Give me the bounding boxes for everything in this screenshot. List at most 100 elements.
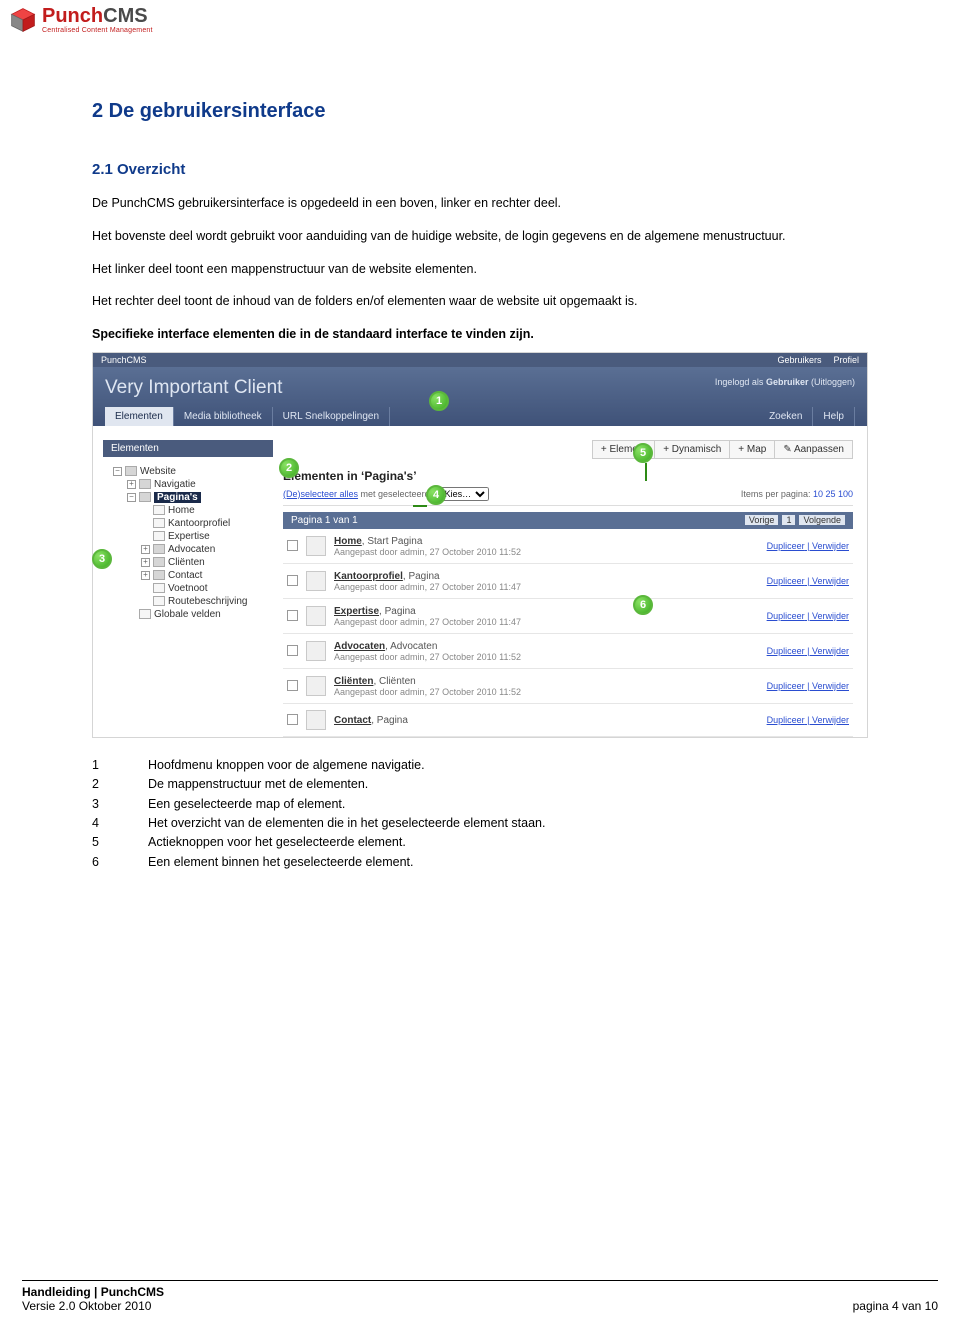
row-checkbox[interactable] xyxy=(287,645,298,656)
legend-num: 2 xyxy=(92,775,148,794)
screenshot-mock: 1 2 3 4 5 6 PunchCMS Gebruikers Profiel … xyxy=(92,352,868,738)
tree-item-clienten[interactable]: +Cliënten xyxy=(141,556,273,569)
tab-search[interactable]: Zoeken xyxy=(759,407,813,426)
login-info: Ingelogd als Gebruiker (Uitloggen) xyxy=(715,377,855,387)
row-checkbox[interactable] xyxy=(287,575,298,586)
tab-media[interactable]: Media bibliotheek xyxy=(174,407,273,426)
row-duplicate[interactable]: Dupliceer xyxy=(767,541,805,551)
row-delete[interactable]: Verwijder xyxy=(812,681,849,691)
tab-elementen[interactable]: Elementen xyxy=(105,407,174,426)
pager-row: Pagina 1 van 1 Vorige 1 Volgende xyxy=(283,512,853,529)
document-icon xyxy=(306,710,326,730)
topbar-link-profile[interactable]: Profiel xyxy=(833,355,859,365)
tab-url[interactable]: URL Snelkoppelingen xyxy=(273,407,390,426)
row-checkbox[interactable] xyxy=(287,680,298,691)
legend-text: Een geselecteerde map of element. xyxy=(148,795,345,814)
document-icon xyxy=(306,641,326,661)
row-delete[interactable]: Verwijder xyxy=(812,541,849,551)
tree-item-voetnoot[interactable]: Voetnoot xyxy=(141,582,273,595)
row-duplicate[interactable]: Dupliceer xyxy=(767,715,805,725)
pager-info: Pagina 1 van 1 xyxy=(291,515,358,526)
footer-title: Handleiding | PunchCMS xyxy=(22,1285,164,1299)
folder-icon xyxy=(125,466,137,476)
brand-subtitle: Centralised Content Management xyxy=(42,27,153,34)
row-name[interactable]: Kantoorprofiel xyxy=(334,571,403,582)
row-duplicate[interactable]: Dupliceer xyxy=(767,681,805,691)
page-footer: Handleiding | PunchCMS Versie 2.0 Oktobe… xyxy=(22,1280,938,1313)
row-checkbox[interactable] xyxy=(287,610,298,621)
callout-6: 6 xyxy=(633,595,653,615)
pager-prev[interactable]: Vorige xyxy=(745,515,779,525)
tree-item-route[interactable]: Routebeschrijving xyxy=(141,595,273,608)
mock-topbar: PunchCMS Gebruikers Profiel xyxy=(93,353,867,367)
row-name[interactable]: Advocaten xyxy=(334,641,385,652)
bulk-action-select[interactable]: Kies… xyxy=(440,487,489,501)
row-duplicate[interactable]: Dupliceer xyxy=(767,646,805,656)
list-item: Expertise, PaginaAangepast door admin, 2… xyxy=(283,599,853,634)
mock-tabs: Elementen Media bibliotheek URL Snelkopp… xyxy=(105,407,855,426)
paragraph-3: Het linker deel toont een mappenstructuu… xyxy=(92,260,868,279)
tab-help[interactable]: Help xyxy=(813,407,855,426)
btn-add-dynamic[interactable]: + Dynamisch xyxy=(654,440,730,459)
row-type: , Pagina xyxy=(403,571,440,582)
expand-icon[interactable]: + xyxy=(141,545,150,554)
tree-item-home[interactable]: Home xyxy=(141,504,273,517)
row-type: , Pagina xyxy=(371,715,408,726)
paragraph-4: Het rechter deel toont de inhoud van de … xyxy=(92,292,868,311)
btn-add-map[interactable]: + Map xyxy=(729,440,775,459)
document-icon xyxy=(306,571,326,591)
row-type: , Pagina xyxy=(379,606,416,617)
row-delete[interactable]: Verwijder xyxy=(812,611,849,621)
legend-row: 1Hoofdmenu knoppen voor de algemene navi… xyxy=(92,756,868,775)
row-checkbox[interactable] xyxy=(287,714,298,725)
legend-list: 1Hoofdmenu knoppen voor de algemene navi… xyxy=(92,756,868,872)
tree-item-paginas[interactable]: − Pagina's xyxy=(127,491,273,504)
legend-row: 2De mappenstructuur met de elementen. xyxy=(92,775,868,794)
items-per-page-links[interactable]: 10 25 100 xyxy=(813,489,853,499)
callout-2: 2 xyxy=(279,458,299,478)
row-type: , Cliënten xyxy=(373,676,415,687)
row-meta: Aangepast door admin, 27 October 2010 11… xyxy=(334,582,759,592)
tree-item-advocaten[interactable]: +Advocaten xyxy=(141,543,273,556)
tree-item-contact[interactable]: +Contact xyxy=(141,569,273,582)
row-delete[interactable]: Verwijder xyxy=(812,646,849,656)
pager-page[interactable]: 1 xyxy=(782,515,795,525)
expand-icon[interactable]: + xyxy=(127,480,136,489)
page-icon xyxy=(153,518,165,528)
tree-item-globale[interactable]: Globale velden xyxy=(127,608,273,621)
row-duplicate[interactable]: Dupliceer xyxy=(767,576,805,586)
logo-icon xyxy=(10,7,36,33)
pager-next[interactable]: Volgende xyxy=(799,515,845,525)
logout-link[interactable]: (Uitloggen) xyxy=(808,377,855,387)
row-duplicate[interactable]: Dupliceer xyxy=(767,611,805,621)
legend-num: 4 xyxy=(92,814,148,833)
legend-row: 3Een geselecteerde map of element. xyxy=(92,795,868,814)
folder-icon xyxy=(139,479,151,489)
footer-version: Versie 2.0 Oktober 2010 xyxy=(22,1299,164,1313)
row-meta: Aangepast door admin, 27 October 2010 11… xyxy=(334,617,759,627)
topbar-link-users[interactable]: Gebruikers xyxy=(777,355,821,365)
row-checkbox[interactable] xyxy=(287,540,298,551)
row-delete[interactable]: Verwijder xyxy=(812,576,849,586)
row-delete[interactable]: Verwijder xyxy=(812,715,849,725)
mock-sidebar: Elementen − Website + Navigatie xyxy=(93,426,283,737)
collapse-icon[interactable]: − xyxy=(113,467,122,476)
tree-view: − Website + Navigatie xyxy=(93,465,283,631)
row-name[interactable]: Expertise xyxy=(334,606,379,617)
tree-root[interactable]: − Website xyxy=(113,465,273,478)
btn-edit[interactable]: ✎ Aanpassen xyxy=(774,440,853,459)
tree-item-navigatie[interactable]: + Navigatie xyxy=(127,478,273,491)
toolbar: + Element + Dynamisch + Map ✎ Aanpassen xyxy=(283,440,853,459)
collapse-icon[interactable]: − xyxy=(127,493,136,502)
select-all-link[interactable]: (De)selecteer alles xyxy=(283,489,358,499)
tree-item-expertise[interactable]: Expertise xyxy=(141,530,273,543)
row-name[interactable]: Cliënten xyxy=(334,676,373,687)
row-type: , Start Pagina xyxy=(362,536,423,547)
row-name[interactable]: Contact xyxy=(334,715,371,726)
expand-icon[interactable]: + xyxy=(141,571,150,580)
tree-item-kantoor[interactable]: Kantoorprofiel xyxy=(141,517,273,530)
legend-text: Actieknoppen voor het geselecteerde elem… xyxy=(148,833,406,852)
row-name[interactable]: Home xyxy=(334,536,362,547)
folder-icon xyxy=(153,544,165,554)
expand-icon[interactable]: + xyxy=(141,558,150,567)
